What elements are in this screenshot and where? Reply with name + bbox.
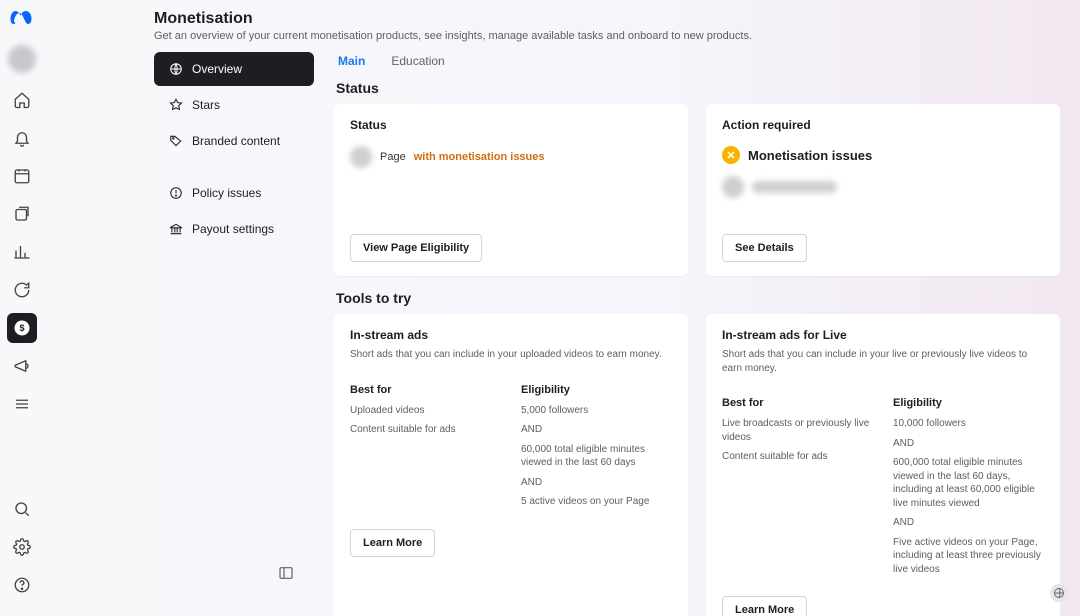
rail-monetisation-icon[interactable]: $ [7, 313, 37, 343]
profile-avatar[interactable] [8, 45, 36, 73]
sidenav-label: Payout settings [192, 222, 274, 236]
rail-planner-icon[interactable] [7, 161, 37, 191]
elig-item: 5,000 followers [521, 404, 672, 418]
sidenav-stars[interactable]: Stars [154, 88, 314, 122]
page-header: Monetisation Get an overview of your cur… [154, 10, 1060, 42]
view-eligibility-button[interactable]: View Page Eligibility [350, 234, 482, 262]
learn-more-button[interactable]: Learn More [722, 596, 807, 616]
sidenav-label: Policy issues [192, 186, 261, 200]
eligibility-heading: Eligibility [521, 384, 672, 396]
globe-icon [168, 61, 184, 77]
tool-title: In-stream ads [350, 328, 672, 342]
tool-desc: Short ads that you can include in your l… [722, 348, 1044, 375]
warning-badge-icon: ✕ [722, 146, 740, 164]
rail-inbox-icon[interactable] [7, 275, 37, 305]
rail-ads-icon[interactable] [7, 351, 37, 381]
rail-insights-icon[interactable] [7, 237, 37, 267]
page-title: Monetisation [154, 10, 1060, 28]
sidenav-policy[interactable]: Policy issues [154, 176, 314, 210]
elig-item: 5 active videos on your Page [521, 495, 672, 509]
tool-card-instream-live: In-stream ads for Live Short ads that yo… [706, 314, 1060, 616]
bank-icon [168, 221, 184, 237]
sidenav-label: Branded content [192, 134, 280, 148]
page-subtitle: Get an overview of your current monetisa… [154, 30, 1060, 42]
elig-item: AND [521, 423, 672, 437]
collapse-sidebar-icon[interactable] [278, 565, 294, 586]
action-card-heading: Action required [722, 118, 1044, 132]
best-for-item: Content suitable for ads [722, 450, 873, 464]
best-for-item: Uploaded videos [350, 404, 501, 418]
sidenav-label: Overview [192, 62, 242, 76]
tab-education[interactable]: Education [391, 52, 444, 70]
sidenav-overview[interactable]: Overview [154, 52, 314, 86]
best-for-heading: Best for [350, 384, 501, 396]
tools-section-heading: Tools to try [336, 290, 1060, 306]
eligibility-heading: Eligibility [893, 397, 1044, 409]
best-for-heading: Best for [722, 397, 873, 409]
left-icon-rail: $ [0, 0, 44, 616]
elig-item: Five active videos on your Page, includi… [893, 536, 1044, 577]
tool-desc: Short ads that you can include in your u… [350, 348, 672, 362]
star-icon [168, 97, 184, 113]
sidenav-branded[interactable]: Branded content [154, 124, 314, 158]
action-title: Monetisation issues [748, 148, 872, 163]
elig-item: AND [893, 437, 1044, 451]
see-details-button[interactable]: See Details [722, 234, 807, 262]
action-page-avatar [722, 176, 744, 198]
learn-more-button[interactable]: Learn More [350, 529, 435, 557]
side-nav: Overview Stars Branded content Policy is… [154, 52, 314, 616]
status-section-heading: Status [336, 80, 1060, 96]
alert-icon [168, 185, 184, 201]
elig-item: 60,000 total eligible minutes viewed in … [521, 443, 672, 470]
tool-title: In-stream ads for Live [722, 328, 1044, 342]
tab-main[interactable]: Main [338, 52, 365, 70]
elig-item: AND [521, 476, 672, 490]
elig-item: AND [893, 516, 1044, 530]
rail-search-icon[interactable] [7, 494, 37, 524]
svg-text:$: $ [19, 323, 24, 333]
elig-item: 10,000 followers [893, 417, 1044, 431]
rail-settings-icon[interactable] [7, 532, 37, 562]
tabs: Main Education [334, 52, 1060, 78]
page-label: Page [380, 151, 406, 163]
globe-badge-icon[interactable] [1050, 584, 1068, 602]
best-for-item: Content suitable for ads [350, 423, 501, 437]
tool-card-instream: In-stream ads Short ads that you can inc… [334, 314, 688, 616]
elig-item: 600,000 total eligible minutes viewed in… [893, 456, 1044, 510]
page-avatar [350, 146, 372, 168]
status-card: Status Page with monetisation issues Vie… [334, 104, 688, 276]
rail-menu-icon[interactable] [7, 389, 37, 419]
tag-icon [168, 133, 184, 149]
rail-content-icon[interactable] [7, 199, 37, 229]
sidenav-label: Stars [192, 98, 220, 112]
meta-logo[interactable] [10, 6, 34, 35]
best-for-item: Live broadcasts or previously live video… [722, 417, 873, 444]
content-area: Main Education Status Status Page with m… [334, 52, 1060, 616]
sidenav-payout[interactable]: Payout settings [154, 212, 314, 246]
redacted-text [752, 181, 837, 193]
status-card-heading: Status [350, 118, 672, 132]
rail-help-icon[interactable] [7, 570, 37, 600]
rail-home-icon[interactable] [7, 85, 37, 115]
rail-bell-icon[interactable] [7, 123, 37, 153]
action-required-card: Action required ✕ Monetisation issues Se… [706, 104, 1060, 276]
monetisation-warning: with monetisation issues [414, 151, 545, 163]
